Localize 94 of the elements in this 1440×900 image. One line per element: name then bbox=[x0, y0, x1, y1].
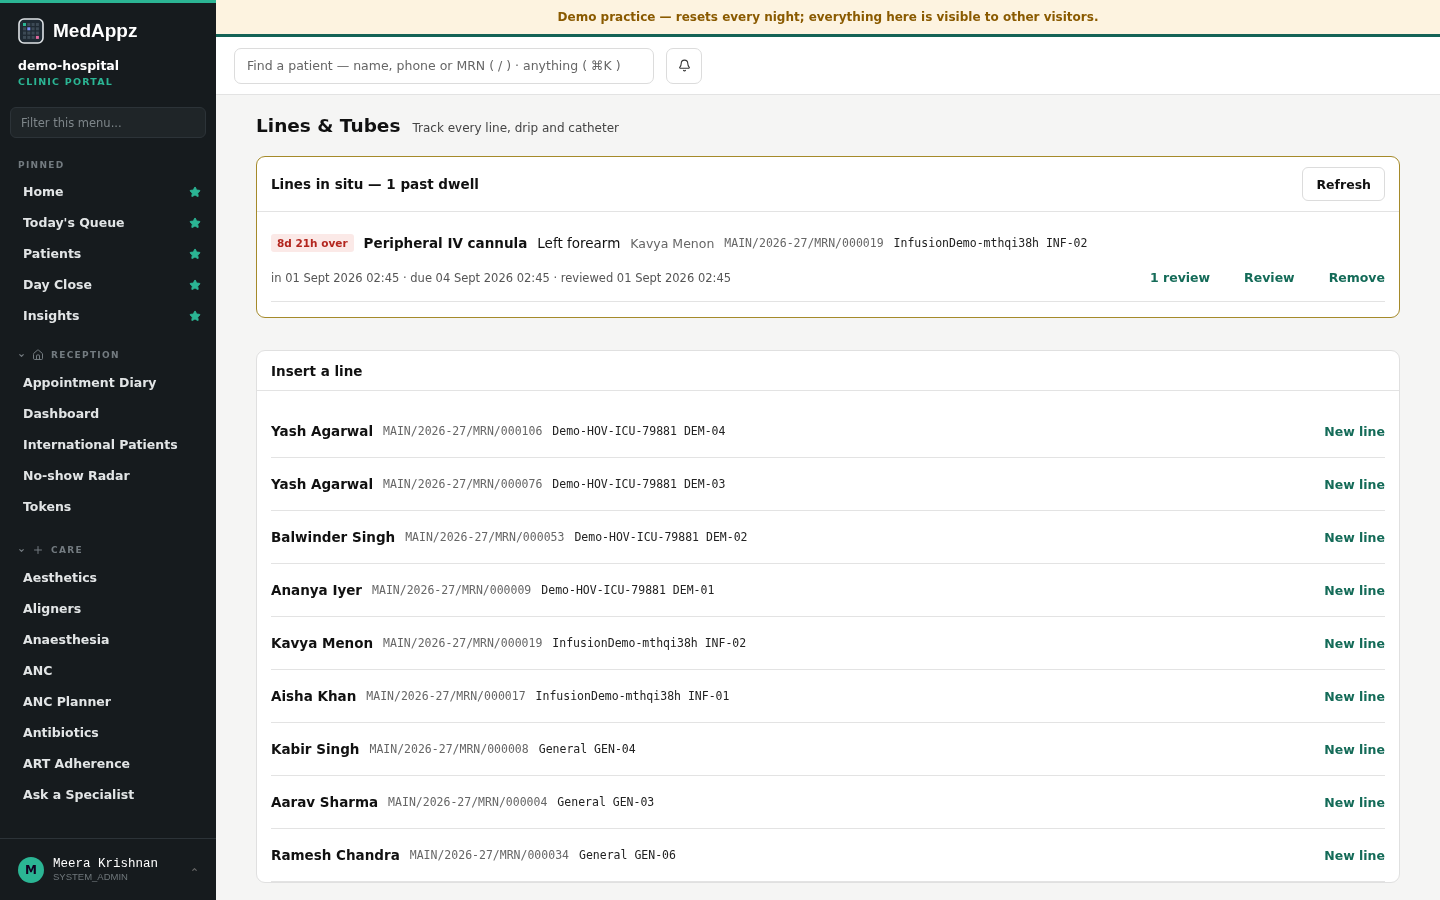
user-name: Meera Krishnan bbox=[53, 857, 160, 871]
filter-field[interactable]: Filter this menu... bbox=[10, 107, 206, 138]
nav-item[interactable]: Antibiotics bbox=[0, 717, 216, 748]
nav-item[interactable]: Appointment Diary bbox=[0, 367, 216, 398]
caret-icon[interactable] bbox=[18, 546, 25, 554]
line-site: Left forearm bbox=[537, 235, 621, 251]
org-name: demo-hospital bbox=[17, 57, 121, 73]
patient-name: Aisha Khan bbox=[271, 688, 357, 704]
nav-item[interactable]: Tokens bbox=[0, 491, 216, 522]
new-line-link[interactable]: New line bbox=[1324, 529, 1385, 545]
new-line-link[interactable]: New line bbox=[1324, 794, 1385, 810]
new-line-link[interactable]: New line bbox=[1324, 847, 1385, 863]
nav-item[interactable]: Day Close bbox=[0, 269, 216, 300]
nav-item[interactable]: Ask a Specialist bbox=[0, 779, 216, 810]
ward-bed: Demo-HOV-ICU-79881 DEM-03 bbox=[552, 477, 726, 491]
new-line-link[interactable]: New line bbox=[1324, 741, 1385, 757]
nav-item[interactable]: Insights bbox=[0, 300, 216, 331]
ward-bed: InfusionDemo-mthqi38h INF-02 bbox=[893, 236, 1088, 250]
new-line-link[interactable]: New line bbox=[1324, 635, 1385, 651]
ward-bed: InfusionDemo-mthqi38h INF-02 bbox=[552, 636, 747, 650]
patient-mrn: MAIN/2026-27/MRN/000034 bbox=[409, 848, 569, 862]
nav-item[interactable]: Patients bbox=[0, 238, 216, 269]
grid-logo-icon bbox=[18, 18, 44, 44]
patient-mrn: MAIN/2026-27/MRN/000019 bbox=[383, 636, 543, 650]
ward-bed: General GEN-03 bbox=[557, 795, 655, 809]
user-role: SYSTEM_ADMIN bbox=[53, 871, 129, 882]
nav-item[interactable]: International Patients bbox=[0, 429, 216, 460]
patient-name: Kavya Menon bbox=[271, 635, 374, 651]
patient-mrn: MAIN/2026-27/MRN/000009 bbox=[372, 583, 532, 597]
patient-mrn: MAIN/2026-27/MRN/000053 bbox=[405, 530, 565, 544]
star-icon[interactable] bbox=[189, 309, 201, 322]
nav-item[interactable]: ANC Planner bbox=[0, 686, 216, 717]
nav-item[interactable]: Today's Queue bbox=[0, 207, 216, 238]
new-line-link[interactable]: New line bbox=[1324, 688, 1385, 704]
nav-item[interactable]: No-show Radar bbox=[0, 460, 216, 491]
house-icon bbox=[32, 349, 44, 361]
nav-item[interactable]: Home bbox=[0, 176, 216, 207]
patient-mrn: MAIN/2026-27/MRN/000106 bbox=[383, 424, 543, 438]
nav-item[interactable]: Anaesthesia bbox=[0, 624, 216, 655]
action-link[interactable]: Review bbox=[1244, 270, 1295, 285]
notifications-button[interactable] bbox=[666, 47, 702, 84]
patient-mrn: MAIN/2026-27/MRN/000008 bbox=[369, 742, 529, 756]
refresh-button[interactable]: Refresh bbox=[1302, 167, 1385, 201]
star-icon[interactable] bbox=[189, 216, 201, 229]
patient-mrn: MAIN/2026-27/MRN/000017 bbox=[366, 689, 526, 703]
section-label: PINNED bbox=[18, 160, 65, 170]
nav-item[interactable]: ART Adherence bbox=[0, 748, 216, 779]
ward-bed: General GEN-06 bbox=[579, 848, 676, 862]
star-icon[interactable] bbox=[189, 185, 201, 198]
nav-item[interactable]: ANC bbox=[0, 655, 216, 686]
nav-item[interactable]: Dashboard bbox=[0, 398, 216, 429]
patient-mrn: MAIN/2026-27/MRN/000004 bbox=[388, 795, 548, 809]
patient-name: Yash Agarwal bbox=[271, 476, 374, 492]
search-field[interactable]: Find a patient — name, phone or MRN ( / ) · anything ( ⌘K ) bbox=[234, 47, 654, 84]
bell-icon bbox=[677, 59, 691, 72]
patient-name: Ananya Iyer bbox=[271, 582, 363, 598]
patient-name: Yash Agarwal bbox=[271, 423, 374, 439]
ward-bed: Demo-HOV-ICU-79881 DEM-01 bbox=[541, 583, 715, 597]
demo-banner: Demo practice — resets every night; everything here is visible to other visitors. bbox=[216, 0, 1440, 37]
patient-name: Kabir Singh bbox=[271, 741, 360, 757]
page-subtitle: Track every line, drip and catheter bbox=[412, 121, 620, 135]
overdue-badge: 8d 21h over bbox=[271, 234, 354, 252]
portal-label: CLINIC PORTAL bbox=[17, 75, 114, 87]
new-line-link[interactable]: New line bbox=[1324, 476, 1385, 492]
plus-icon bbox=[32, 544, 44, 556]
patient-name: Aarav Sharma bbox=[271, 794, 379, 810]
caret-icon[interactable] bbox=[191, 866, 198, 873]
ward-bed: General GEN-04 bbox=[538, 742, 636, 756]
action-link[interactable]: Remove bbox=[1328, 270, 1385, 285]
line-times: in 01 Sept 2026 02:45 · due 04 Sept 2026 02:45 · reviewed 01 Sept 2026 02:45 bbox=[271, 270, 732, 285]
section-label: RECEPTION bbox=[51, 350, 120, 360]
patient-name: Kavya Menon bbox=[630, 235, 715, 251]
patient-mrn: MAIN/2026-27/MRN/000019 bbox=[724, 236, 884, 250]
card-title: Lines in situ — 1 past dwell bbox=[271, 176, 479, 192]
new-line-link[interactable]: New line bbox=[1324, 423, 1385, 439]
ward-bed: Demo-HOV-ICU-79881 DEM-04 bbox=[552, 424, 726, 438]
ward-bed: InfusionDemo-mthqi38h INF-01 bbox=[535, 689, 730, 703]
nav-item[interactable]: Aligners bbox=[0, 593, 216, 624]
nav-item[interactable]: Aesthetics bbox=[0, 562, 216, 593]
patient-name: Ramesh Chandra bbox=[271, 847, 400, 863]
new-line-link[interactable]: New line bbox=[1324, 582, 1385, 598]
card-title: Insert a line bbox=[271, 362, 363, 379]
caret-icon[interactable] bbox=[18, 351, 25, 359]
page-title: Lines & Tubes bbox=[256, 115, 401, 136]
user-avatar: M bbox=[18, 856, 44, 883]
ward-bed: Demo-HOV-ICU-79881 DEM-02 bbox=[574, 530, 748, 544]
action-link[interactable]: 1 review bbox=[1149, 270, 1211, 285]
star-icon[interactable] bbox=[189, 247, 201, 260]
patient-name: Balwinder Singh bbox=[271, 529, 396, 545]
section-label: CARE bbox=[51, 545, 83, 555]
star-icon[interactable] bbox=[189, 278, 201, 291]
device-name: Peripheral IV cannula bbox=[363, 235, 528, 251]
patient-mrn: MAIN/2026-27/MRN/000076 bbox=[383, 477, 543, 491]
brand-name: MedAppz bbox=[53, 20, 138, 42]
